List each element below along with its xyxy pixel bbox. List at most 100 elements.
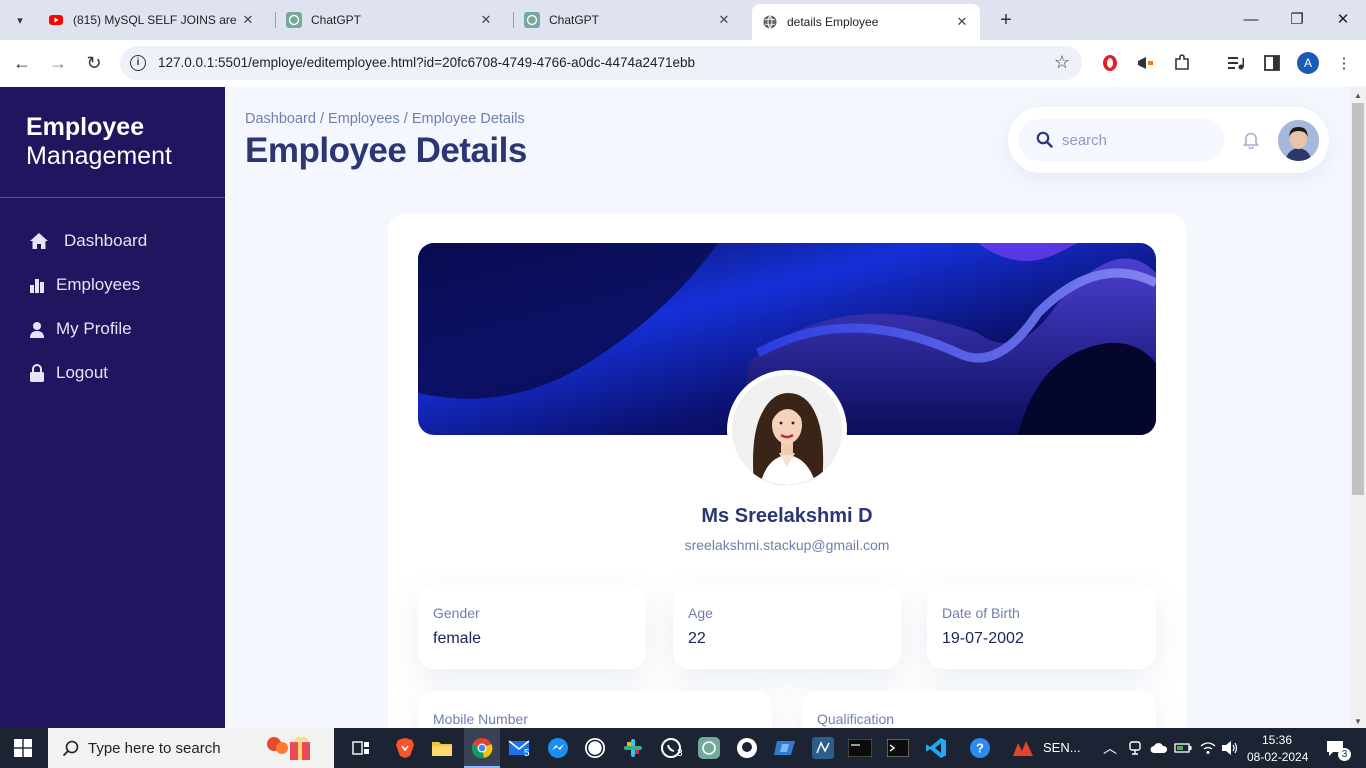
notification-count-badge: 3: [1338, 748, 1351, 761]
tab-title: ChatGPT: [311, 13, 362, 27]
whatsapp-badge: 3: [677, 748, 683, 759]
employee-email: sreelakshmi.stackup@gmail.com: [684, 537, 890, 553]
chatgpt-icon: [524, 12, 540, 28]
vscode-icon[interactable]: [921, 733, 951, 763]
mysql-shell-icon[interactable]: [845, 733, 875, 763]
site-info-icon[interactable]: i: [130, 55, 146, 71]
bookmark-star-icon[interactable]: ☆: [1054, 52, 1070, 73]
volume-icon[interactable]: [1215, 733, 1245, 763]
close-icon[interactable]: ✕: [478, 12, 494, 28]
user-avatar[interactable]: [1278, 120, 1319, 161]
extensions-puzzle-icon[interactable]: [1171, 52, 1193, 74]
profile-card: Ms Sreelakshmi D sreelakshmi.stackup@gma…: [388, 213, 1186, 728]
new-tab-button[interactable]: +: [994, 8, 1018, 32]
sidebar-item-label: Employees: [56, 275, 141, 294]
opera-extension-icon[interactable]: [1099, 52, 1121, 74]
url-text[interactable]: 127.0.0.1:5501/employe/editemployee.html…: [158, 55, 695, 70]
windows-start-icon[interactable]: [14, 739, 32, 762]
sidebar-item-employees[interactable]: Employees: [26, 272, 140, 298]
user-icon: [26, 318, 48, 340]
youtube-icon: [49, 15, 63, 25]
field-value: female: [433, 630, 482, 647]
browser-menu-icon[interactable]: ⋮: [1333, 52, 1355, 74]
scroll-up-arrow-icon[interactable]: ▲: [1354, 91, 1362, 100]
messenger-icon[interactable]: [543, 733, 573, 763]
bell-icon[interactable]: [1242, 132, 1260, 154]
search-icon: [62, 739, 80, 762]
browser-tab[interactable]: ChatGPT ✕: [514, 6, 742, 34]
sidebar-item-my-profile[interactable]: My Profile: [26, 316, 132, 342]
windows-taskbar: Type here to search 5 3 ? SEN... ︿ 15:36…: [0, 728, 1366, 768]
slack-icon[interactable]: [618, 733, 648, 763]
github-icon[interactable]: [732, 733, 762, 763]
browser-toolbar: ← → ↻ i 127.0.0.1:5501/employe/editemplo…: [0, 40, 1366, 86]
mail-badge: 5: [524, 748, 530, 759]
search-icon: [1036, 131, 1053, 153]
search-box[interactable]: [1018, 119, 1224, 161]
file-explorer-icon[interactable]: [427, 733, 457, 763]
sidebar-item-logout[interactable]: Logout: [26, 360, 108, 386]
tab-search-dropdown[interactable]: ▾: [8, 8, 32, 32]
task-view-icon[interactable]: [346, 733, 376, 763]
browser-tab[interactable]: (815) MySQL SELF JOINS are ... ✕: [38, 6, 266, 34]
main-content: Dashboard / Employees / Employee Details…: [225, 87, 1350, 728]
field-value: 22: [688, 630, 706, 647]
forward-button[interactable]: →: [45, 50, 71, 76]
info-card-qualification: Qualification: [802, 691, 1156, 728]
brand-logo: Employee Management: [26, 113, 172, 171]
scrollbar-thumb[interactable]: [1352, 103, 1364, 495]
browser-tab-active[interactable]: details Employee ✕: [752, 4, 980, 40]
clock-time[interactable]: 15:36: [1262, 733, 1292, 747]
command-prompt-icon[interactable]: [883, 733, 913, 763]
taskbar-search-box[interactable]: Type here to search: [48, 728, 334, 768]
sensor-app-icon[interactable]: [1008, 733, 1038, 763]
topbar-actions: [1008, 107, 1329, 173]
scroll-down-arrow-icon[interactable]: ▼: [1354, 717, 1362, 726]
field-label: Mobile Number: [433, 711, 528, 727]
breadcrumb[interactable]: Dashboard / Employees / Employee Details: [245, 111, 525, 127]
close-icon[interactable]: ✕: [716, 12, 732, 28]
sidebar-divider: [0, 197, 225, 198]
field-label: Age: [688, 605, 713, 621]
page-scrollbar[interactable]: ▲ ▼: [1350, 87, 1366, 728]
restore-button[interactable]: ❐: [1274, 6, 1320, 34]
chatgpt-app-icon[interactable]: [694, 733, 724, 763]
whatsapp-icon[interactable]: [580, 733, 610, 763]
info-card-mobile-number: Mobile Number: [418, 691, 772, 728]
employee-name: Ms Sreelakshmi D: [701, 505, 873, 527]
minimize-button[interactable]: —: [1228, 6, 1274, 34]
clock-date[interactable]: 08-02-2024: [1247, 750, 1308, 764]
lock-icon: [26, 362, 48, 384]
info-card-date-of-birth: Date of Birth 19-07-2002: [927, 585, 1156, 669]
megaphone-extension-icon[interactable]: [1135, 52, 1157, 74]
brave-browser-icon[interactable]: [390, 733, 420, 763]
sidebar: Employee Management Dashboard Employees …: [0, 87, 225, 728]
power-automate-icon[interactable]: [770, 733, 800, 763]
help-icon[interactable]: ?: [965, 733, 995, 763]
mysql-workbench-icon[interactable]: [808, 733, 838, 763]
field-label: Gender: [433, 605, 480, 621]
mail-icon[interactable]: [505, 733, 535, 763]
search-input[interactable]: [1062, 130, 1212, 150]
chevron-up-icon[interactable]: ︿: [1103, 738, 1117, 758]
field-label: Qualification: [817, 711, 895, 727]
svg-text:?: ?: [976, 741, 984, 756]
media-control-icon[interactable]: [1225, 52, 1247, 74]
browser-profile-avatar[interactable]: A: [1297, 52, 1319, 74]
chrome-icon[interactable]: [467, 733, 497, 763]
close-icon[interactable]: ✕: [954, 14, 970, 30]
sidebar-item-dashboard[interactable]: Dashboard: [26, 228, 147, 254]
tab-title: ChatGPT: [549, 13, 600, 27]
browser-tab[interactable]: ChatGPT ✕: [276, 6, 504, 34]
window-close-button[interactable]: ✕: [1320, 6, 1366, 34]
field-label: Date of Birth: [942, 605, 1020, 621]
address-bar[interactable]: i 127.0.0.1:5501/employe/editemployee.ht…: [120, 46, 1082, 80]
globe-icon: [763, 15, 777, 29]
taskbar-sen-label[interactable]: SEN...: [1043, 740, 1081, 755]
close-icon[interactable]: ✕: [240, 12, 256, 28]
page-title: Employee Details: [245, 131, 527, 170]
side-panel-icon[interactable]: [1261, 52, 1283, 74]
sidebar-item-label: My Profile: [56, 319, 132, 338]
reload-button[interactable]: ↻: [81, 50, 107, 76]
back-button[interactable]: ←: [9, 50, 35, 76]
